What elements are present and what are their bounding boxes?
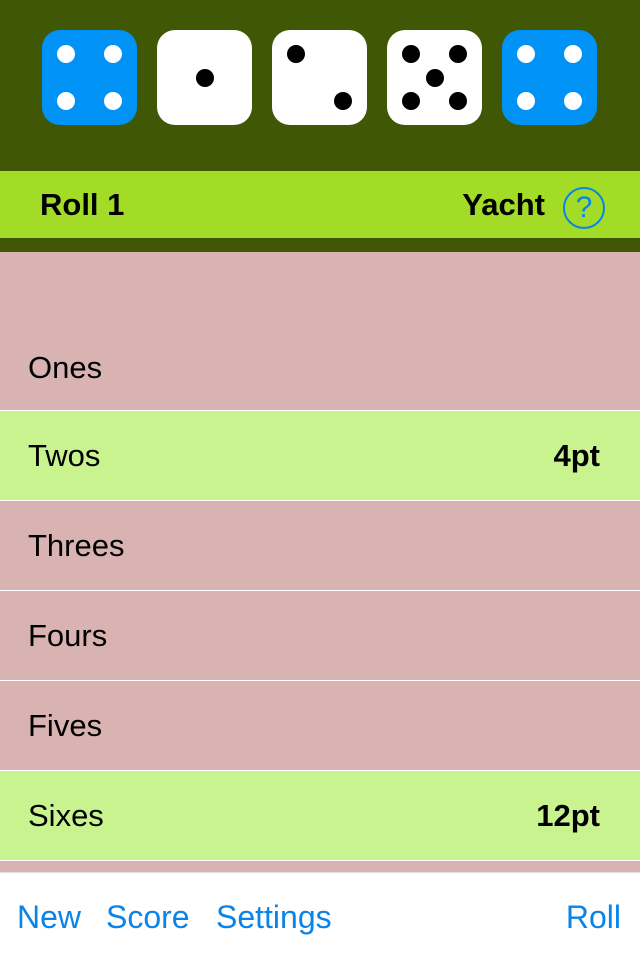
score-row-twos[interactable]: Twos 4pt <box>0 411 640 501</box>
roll-counter: Roll 1 <box>40 187 125 222</box>
die-pip <box>516 92 535 111</box>
list-spacer <box>0 252 640 322</box>
die-2[interactable] <box>157 30 252 125</box>
die-pip <box>56 44 75 63</box>
die-pip <box>286 44 305 63</box>
category-name: Twos <box>28 438 101 473</box>
die-pip <box>564 92 583 111</box>
dice-bar <box>0 0 640 171</box>
die-5[interactable] <box>502 30 597 125</box>
die-pip <box>56 92 75 111</box>
die-pip <box>449 44 468 63</box>
die-pip <box>104 44 123 63</box>
die-pip <box>425 68 444 87</box>
die-pip <box>564 44 583 63</box>
die-pip <box>401 44 420 63</box>
score-row-threes[interactable]: Threes <box>0 501 640 591</box>
settings-button[interactable]: Settings <box>216 873 332 960</box>
roll-button[interactable]: Roll <box>566 873 621 960</box>
score-row-fours[interactable]: Fours <box>0 591 640 681</box>
bottom-toolbar: New Score Settings Roll <box>0 872 640 960</box>
score-row-next[interactable] <box>0 861 640 872</box>
score-list: Ones Twos 4pt Threes Fours Fives Sixes 1… <box>0 252 640 872</box>
category-score: 12pt <box>536 798 600 833</box>
score-row-sixes[interactable]: Sixes 12pt <box>0 771 640 861</box>
score-button[interactable]: Score <box>106 873 190 960</box>
help-icon[interactable]: ? <box>563 187 605 229</box>
category-name: Fours <box>28 618 108 653</box>
header-divider <box>0 238 640 252</box>
category-name: Fives <box>28 708 103 743</box>
category-name: Ones <box>28 350 103 385</box>
die-pip <box>334 92 353 111</box>
die-pip <box>104 92 123 111</box>
die-pip <box>516 44 535 63</box>
die-pip <box>401 92 420 111</box>
die-3[interactable] <box>272 30 367 125</box>
status-bar: Roll 1 Yacht <box>0 171 640 238</box>
new-game-button[interactable]: New <box>17 873 81 960</box>
score-row-fives[interactable]: Fives <box>0 681 640 771</box>
category-name: Threes <box>28 528 125 563</box>
score-row-ones[interactable]: Ones <box>0 322 640 411</box>
category-name: Sixes <box>28 798 104 833</box>
die-pip <box>449 92 468 111</box>
game-mode-label: Yacht <box>462 187 545 222</box>
die-pip <box>195 68 214 87</box>
die-4[interactable] <box>387 30 482 125</box>
category-score: 4pt <box>553 438 601 473</box>
die-1[interactable] <box>42 30 137 125</box>
